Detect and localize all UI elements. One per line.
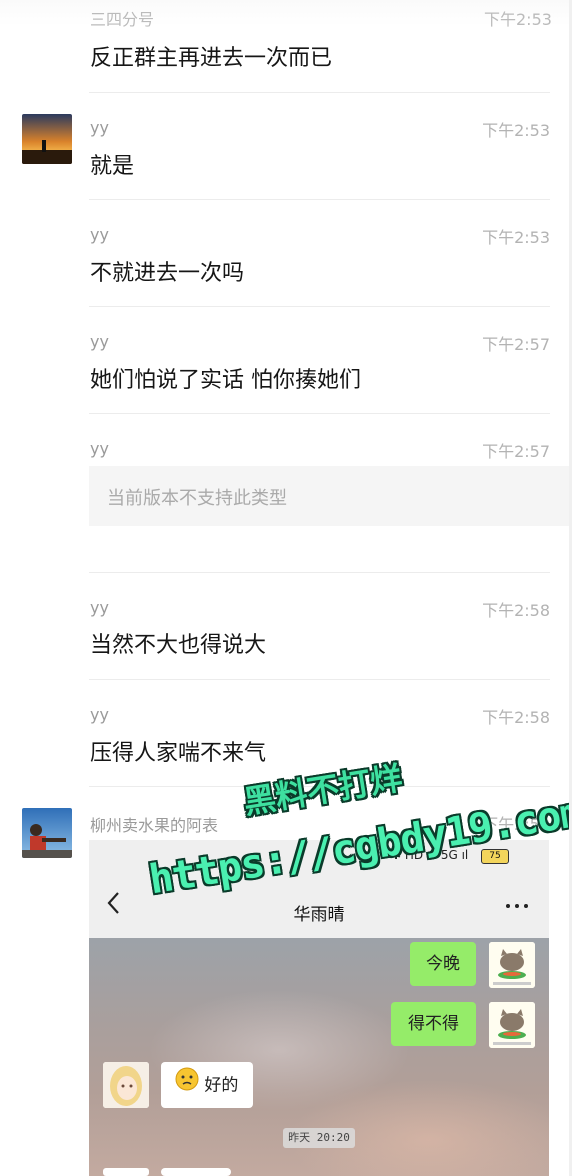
message-divider [89, 413, 550, 414]
embedded-timestamp: 昨天 20:20 [283, 1128, 355, 1148]
message-time: 下午2:58 [482, 708, 550, 727]
person-avatar-image [22, 808, 72, 858]
message-divider [89, 92, 550, 93]
sender-name: yy [90, 598, 109, 617]
message-divider [89, 199, 550, 200]
cat-sticker-avatar [489, 942, 535, 988]
sender-name: yy [90, 225, 109, 244]
message-time: 下午2:58 [482, 601, 550, 620]
incoming-text: 好的 [204, 1075, 239, 1096]
sunset-avatar-image [22, 114, 72, 164]
battery-icon: 75 [481, 849, 509, 864]
message-time: 下午2:57 [482, 335, 550, 354]
message-text: 不就进去一次吗 [90, 261, 245, 286]
message-text: 当然不大也得说大 [90, 633, 267, 658]
sender-name: yy [90, 118, 109, 137]
blonde-girl-avatar [103, 1062, 149, 1108]
message-time: 下午2:57 [482, 442, 550, 461]
message-text: 她们怕说了实话 怕你揍她们 [90, 368, 361, 393]
message-text: 压得人家喘不来气 [90, 741, 267, 766]
sender-name: yy [90, 332, 109, 351]
message-text: 就是 [90, 154, 135, 179]
partial-sender-name: 三四分号 [90, 10, 155, 29]
avatar[interactable] [22, 808, 72, 858]
message-divider [89, 572, 550, 573]
unsupported-message-text: 当前版本不支持此类型 [107, 488, 287, 509]
message-divider [89, 679, 550, 680]
incoming-bubble: 好的 [161, 1062, 253, 1108]
more-dots-icon [505, 892, 529, 917]
avatar[interactable] [22, 114, 72, 164]
partial-timestamp: 下午2:53 [484, 10, 552, 29]
outgoing-bubble: 今晚 [410, 942, 476, 986]
sender-name: yy [90, 439, 109, 458]
message-time: 下午2:53 [482, 121, 550, 140]
sender-name: 柳州卖水果的阿表 [90, 816, 219, 835]
message-text: 反正群主再进去一次而已 [90, 46, 333, 71]
outgoing-bubble: 得不得 [391, 1002, 476, 1046]
message-time: 下午2:53 [482, 228, 550, 247]
unsupported-message-card[interactable]: 当前版本不支持此类型 [89, 466, 572, 526]
sender-name: yy [90, 705, 109, 724]
confused-emoji-icon [175, 1063, 199, 1109]
cat-sticker-avatar [489, 1002, 535, 1048]
embedded-chat-title: 华雨晴 [293, 905, 345, 925]
message-divider [89, 306, 550, 307]
